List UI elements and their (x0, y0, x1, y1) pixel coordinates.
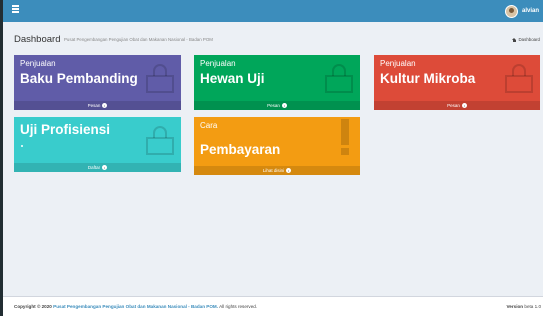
copyright-prefix: Copyright © 2020 (14, 304, 52, 309)
tile-hewan-uji: Penjualan Hewan Uji Pesan (194, 55, 360, 110)
tile-footer-link[interactable]: Daftar (14, 163, 181, 172)
tile-dot (21, 145, 23, 147)
tile-title: Uji Profisiensi (20, 122, 111, 137)
shopping-bag-icon (504, 63, 534, 93)
tile-footer-link[interactable]: Lihat disini (194, 166, 360, 175)
tile-uji-profisiensi: Uji Profisiensi Daftar (14, 117, 181, 172)
tile-caption: Penjualan (380, 59, 416, 68)
breadcrumb-label[interactable]: Dashboard (519, 37, 540, 42)
avatar[interactable] (504, 4, 518, 18)
tile-baku-pembanding: Penjualan Baku Pembanding Pesan (14, 55, 181, 110)
copyright-text: Copyright © 2020 Pusat Pengembangan Peng… (14, 304, 257, 309)
tile-footer-label[interactable]: Pesan (447, 103, 460, 108)
tile-caption: Cara (200, 121, 218, 130)
shopping-bag-icon (145, 125, 175, 155)
tile-title: Pembayaran (200, 142, 281, 157)
tile-footer-label[interactable]: Daftar (88, 165, 100, 170)
exclamation-icon (338, 119, 352, 157)
version-label: Version (506, 304, 524, 309)
sidebar-edge (0, 0, 3, 316)
top-navbar: alvian (3, 0, 543, 22)
tile-footer-label[interactable]: Pesan (88, 103, 101, 108)
arrow-circle-right-icon (102, 165, 108, 170)
arrow-circle-right-icon (286, 168, 292, 173)
tile-footer-label[interactable]: Pesan (267, 103, 280, 108)
page-title: Dashboard (14, 34, 61, 45)
arrow-circle-right-icon (281, 103, 287, 108)
organization-link[interactable]: Pusat Pengembangan Pengujian Obat dan Ma… (53, 304, 218, 309)
page-subtitle: Pusat Pengembangan Pengujian Obat dan Ma… (64, 37, 213, 42)
menu-toggle-icon[interactable] (12, 5, 20, 15)
tile-footer-link[interactable]: Pesan (14, 101, 181, 110)
shopping-bag-icon (324, 63, 354, 93)
tile-title: Baku Pembanding (20, 71, 138, 86)
tile-title: Hewan Uji (200, 71, 265, 86)
version-info: Version beta 1.0 (507, 304, 542, 309)
tile-cara-pembayaran: Cara Pembayaran Lihat disini (194, 117, 360, 175)
tile-footer-label[interactable]: Lihat disini (263, 168, 284, 173)
rights-text: All rights reserved. (219, 304, 258, 309)
page-footer: Copyright © 2020 Pusat Pengembangan Peng… (3, 296, 543, 316)
shopping-bag-icon (145, 63, 175, 93)
tile-caption: Penjualan (200, 59, 236, 68)
user-name[interactable]: alvian (522, 8, 539, 14)
tile-footer-link[interactable]: Pesan (194, 101, 360, 110)
version-value: beta 1.0 (524, 304, 541, 309)
arrow-circle-right-icon (102, 103, 108, 108)
tile-kultur-mikroba: Penjualan Kultur Mikroba Pesan (374, 55, 540, 110)
tile-footer-link[interactable]: Pesan (374, 101, 540, 110)
tile-title: Kultur Mikroba (380, 71, 476, 86)
breadcrumb[interactable]: Dashboard (511, 37, 540, 42)
content-header: Dashboard Pusat Pengembangan Pengujian O… (14, 34, 540, 48)
dashboard-icon (511, 37, 517, 42)
arrow-circle-right-icon (461, 103, 467, 108)
user-menu[interactable]: alvian (504, 3, 539, 19)
tile-caption: Penjualan (20, 59, 56, 68)
